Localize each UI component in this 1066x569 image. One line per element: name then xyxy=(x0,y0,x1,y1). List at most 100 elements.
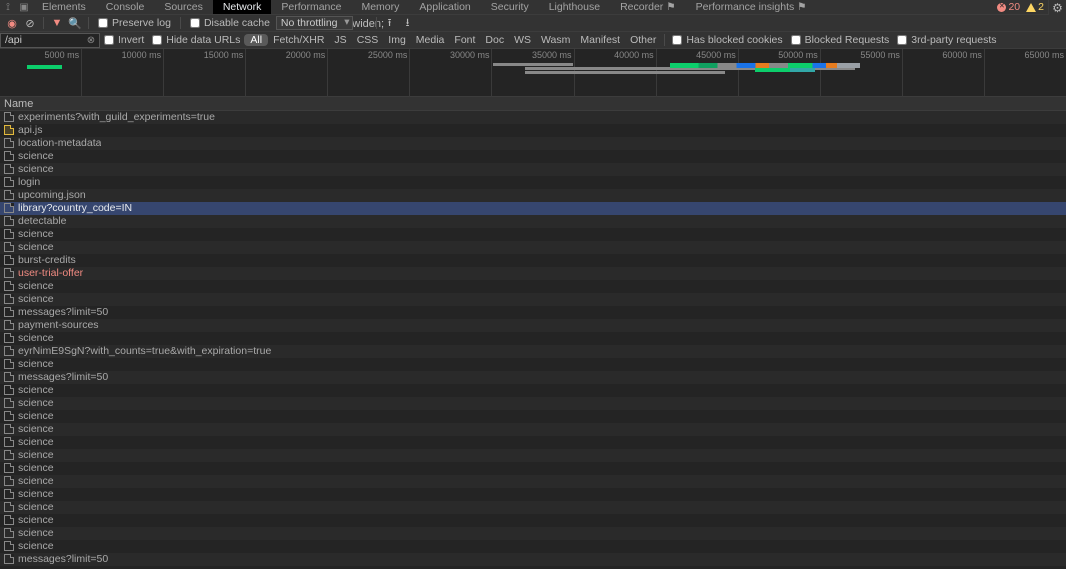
clear-button[interactable]: ⊘ xyxy=(22,16,38,31)
tab-console[interactable]: Console xyxy=(96,0,155,14)
request-row[interactable]: eyrNimE9SgN?with_counts=true&with_expira… xyxy=(0,345,1066,358)
request-row[interactable]: burst-credits xyxy=(0,254,1066,267)
preserve-log-checkbox[interactable]: Preserve log xyxy=(94,17,175,29)
device-toggle-icon[interactable]: ▣ xyxy=(16,0,32,14)
tab-lighthouse[interactable]: Lighthouse xyxy=(539,0,610,14)
request-name: science xyxy=(18,280,54,292)
request-name: science xyxy=(18,488,54,500)
request-row[interactable]: science xyxy=(0,540,1066,553)
request-row[interactable]: science xyxy=(0,163,1066,176)
request-row[interactable]: science xyxy=(0,150,1066,163)
request-row[interactable]: messages?limit=50 xyxy=(0,553,1066,566)
disable-cache-input[interactable] xyxy=(190,18,200,28)
document-icon xyxy=(4,528,14,538)
third-party-checkbox[interactable]: 3rd-party requests xyxy=(893,34,1000,46)
request-row[interactable]: experiments?with_guild_experiments=true xyxy=(0,111,1066,124)
search-icon[interactable]: 🔍 xyxy=(67,16,83,31)
request-row[interactable]: science xyxy=(0,436,1066,449)
request-row[interactable]: science xyxy=(0,293,1066,306)
error-icon xyxy=(997,3,1006,12)
blocked-requests-checkbox[interactable]: Blocked Requests xyxy=(787,34,894,46)
request-row[interactable]: login xyxy=(0,176,1066,189)
request-row[interactable]: science xyxy=(0,527,1066,540)
request-row[interactable]: science xyxy=(0,397,1066,410)
request-row[interactable]: science xyxy=(0,475,1066,488)
request-row[interactable]: science xyxy=(0,358,1066,371)
tab-elements[interactable]: Elements xyxy=(32,0,96,14)
clear-filter-icon[interactable]: ⊗ xyxy=(85,35,97,46)
filter-type-css[interactable]: CSS xyxy=(352,34,384,46)
request-row[interactable]: science xyxy=(0,332,1066,345)
request-row[interactable]: detectable xyxy=(0,215,1066,228)
request-row[interactable]: science xyxy=(0,449,1066,462)
tab-recorder-[interactable]: Recorder ⚑ xyxy=(610,0,686,14)
invert-input[interactable] xyxy=(104,35,114,45)
request-row[interactable]: science xyxy=(0,501,1066,514)
inspect-icon[interactable]: ⟟ xyxy=(0,0,16,14)
request-row[interactable]: science xyxy=(0,423,1066,436)
overview-tick: 60000 ms xyxy=(902,49,984,97)
warning-count[interactable]: 2 xyxy=(1026,1,1044,13)
overview-bar xyxy=(27,65,62,69)
blocked-cookies-input[interactable] xyxy=(672,35,682,45)
request-row[interactable]: location-metadata xyxy=(0,137,1066,150)
filter-type-ws[interactable]: WS xyxy=(509,34,536,46)
third-party-label: 3rd-party requests xyxy=(911,34,996,46)
disable-cache-checkbox[interactable]: Disable cache xyxy=(186,17,274,29)
tab-performance-insights-[interactable]: Performance insights ⚑ xyxy=(686,0,817,14)
error-count[interactable]: 20 xyxy=(997,1,1020,13)
request-row[interactable]: user-trial-offer xyxy=(0,267,1066,280)
blocked-requests-input[interactable] xyxy=(791,35,801,45)
hide-data-urls-checkbox[interactable]: Hide data URLs xyxy=(148,34,244,46)
tab-memory[interactable]: Memory xyxy=(351,0,409,14)
overview-tick-label: 25000 ms xyxy=(368,50,408,60)
request-row[interactable]: science xyxy=(0,241,1066,254)
request-row[interactable]: api.js xyxy=(0,124,1066,137)
tab-security[interactable]: Security xyxy=(481,0,539,14)
filter-toggle-icon[interactable]: ▼ xyxy=(49,16,65,31)
filter-type-js[interactable]: JS xyxy=(329,34,351,46)
request-row[interactable]: science xyxy=(0,462,1066,475)
throttling-select[interactable]: No throttling xyxy=(276,16,353,30)
filter-type-media[interactable]: Media xyxy=(411,34,450,46)
preserve-log-input[interactable] xyxy=(98,18,108,28)
tab-application[interactable]: Application xyxy=(409,0,480,14)
request-row[interactable]: science xyxy=(0,228,1066,241)
filter-type-font[interactable]: Font xyxy=(449,34,480,46)
network-overview[interactable]: 5000 ms10000 ms15000 ms20000 ms25000 ms3… xyxy=(0,49,1066,97)
export-har-icon[interactable]: ⭳ xyxy=(400,16,416,31)
tab-performance[interactable]: Performance xyxy=(271,0,351,14)
request-row[interactable]: science xyxy=(0,514,1066,527)
request-row[interactable]: science xyxy=(0,488,1066,501)
request-list-header[interactable]: Name xyxy=(0,97,1066,111)
filter-type-all[interactable]: All xyxy=(244,34,268,46)
filter-type-manifest[interactable]: Manifest xyxy=(575,34,625,46)
filter-type-wasm[interactable]: Wasm xyxy=(536,34,575,46)
tab-sources[interactable]: Sources xyxy=(154,0,213,14)
third-party-input[interactable] xyxy=(897,35,907,45)
request-row[interactable]: library?country_code=IN xyxy=(0,202,1066,215)
blocked-cookies-checkbox[interactable]: Has blocked cookies xyxy=(668,34,786,46)
document-icon xyxy=(4,112,14,122)
filter-type-img[interactable]: Img xyxy=(383,34,411,46)
hide-data-input[interactable] xyxy=(152,35,162,45)
request-row[interactable]: science xyxy=(0,410,1066,423)
request-row[interactable]: upcoming.json xyxy=(0,189,1066,202)
network-toolbar: ◉ ⊘ ▼ 🔍 Preserve log Disable cache No th… xyxy=(0,15,1066,32)
document-icon xyxy=(4,268,14,278)
request-row[interactable]: messages?limit=50 xyxy=(0,306,1066,319)
request-row[interactable]: science xyxy=(0,280,1066,293)
record-button[interactable]: ◉ xyxy=(4,16,20,31)
filter-type-fetch-xhr[interactable]: Fetch/XHR xyxy=(268,34,329,46)
tab-network[interactable]: Network xyxy=(213,0,272,14)
request-row[interactable]: payment-sources xyxy=(0,319,1066,332)
request-row[interactable]: science xyxy=(0,384,1066,397)
request-row[interactable]: messages?limit=50 xyxy=(0,371,1066,384)
settings-gear-icon[interactable]: ⚙ xyxy=(1048,0,1066,15)
document-icon xyxy=(4,463,14,473)
invert-checkbox[interactable]: Invert xyxy=(100,34,148,46)
network-conditions-icon[interactable]: �widen; xyxy=(355,16,371,31)
filter-type-doc[interactable]: Doc xyxy=(480,34,509,46)
filter-type-other[interactable]: Other xyxy=(625,34,661,46)
import-har-icon[interactable]: ⭱ xyxy=(382,16,398,31)
